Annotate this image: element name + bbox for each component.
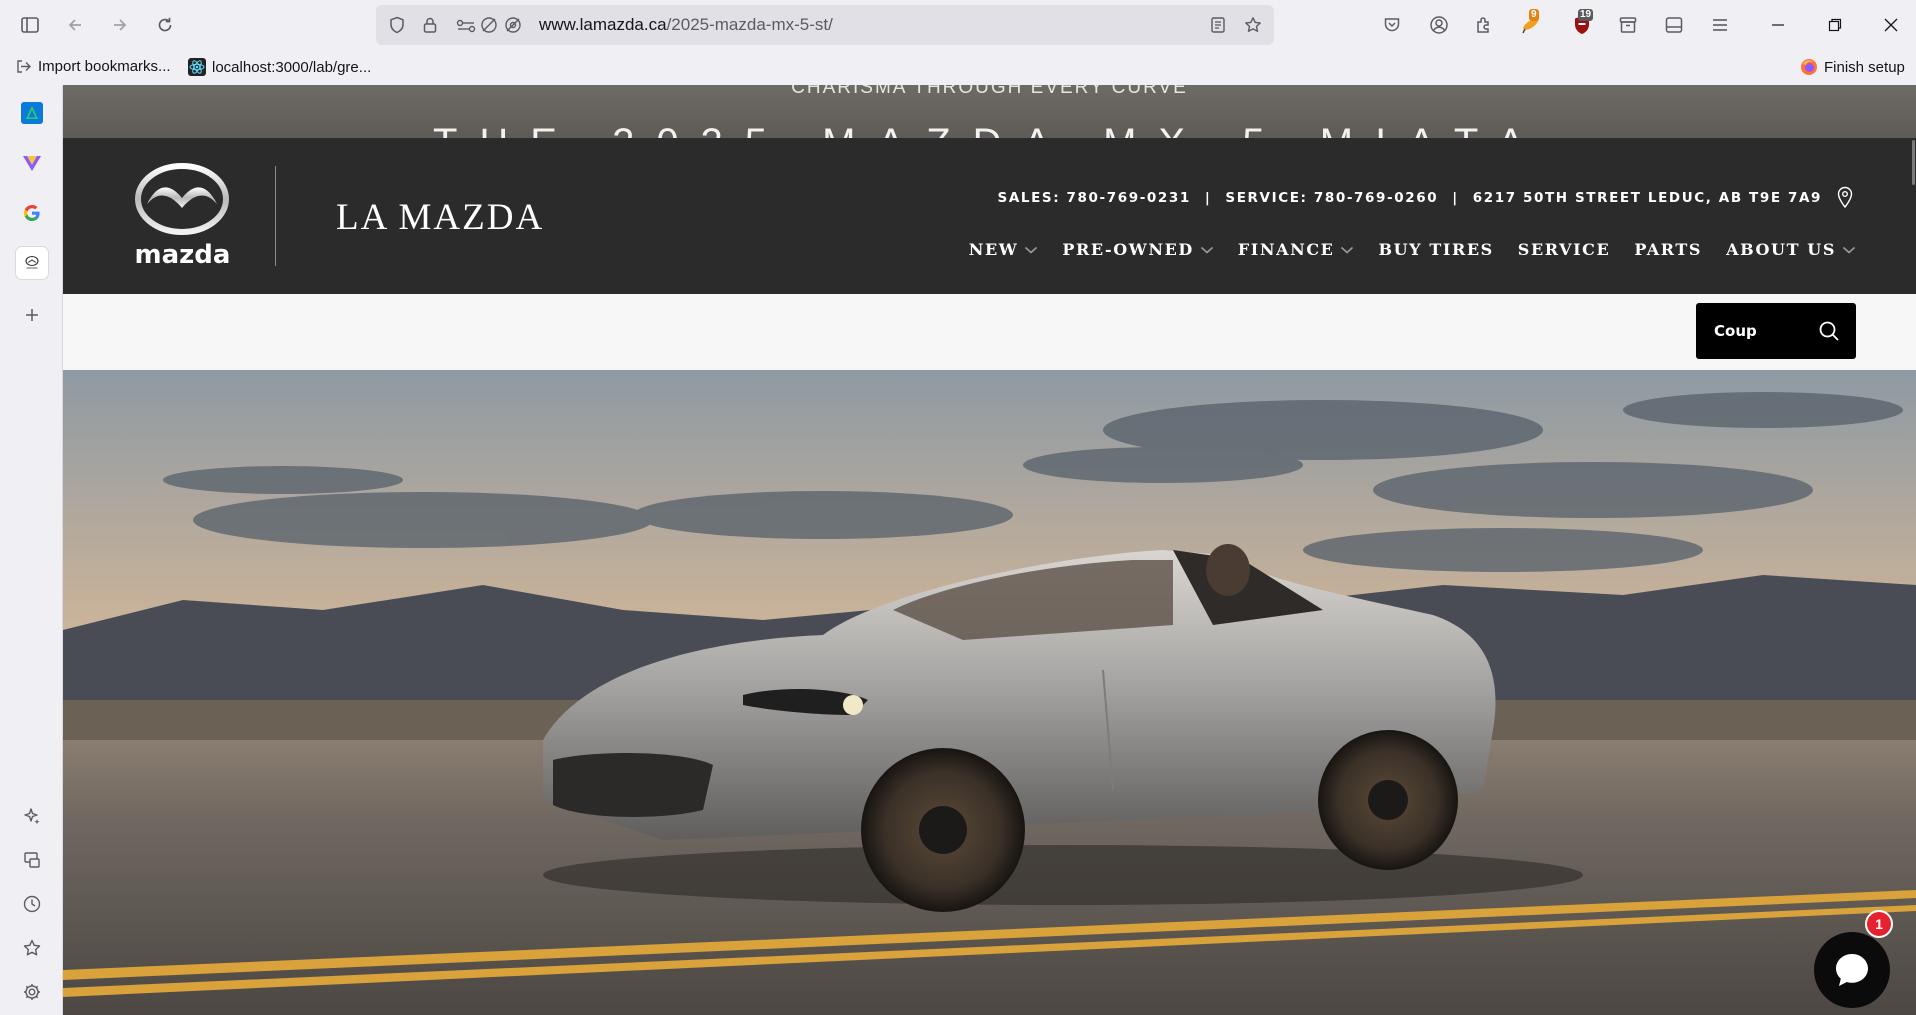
hero-image — [63, 370, 1916, 1015]
mx5-car-photo — [63, 370, 1916, 1015]
search-icon[interactable] — [1818, 320, 1840, 342]
sidebar-google-icon[interactable] — [16, 197, 48, 229]
nav-buy-tires[interactable]: BUY TIRES — [1378, 240, 1493, 259]
bookmark-label: Import bookmarks... — [38, 58, 171, 75]
nav-label: PRE-OWNED — [1062, 240, 1194, 259]
address-bar[interactable]: www.lamazda.ca/2025-mazda-mx-5-st/ — [376, 5, 1274, 45]
chevron-down-icon — [1842, 245, 1856, 255]
contact-line: SALES: 780-769-0231 | SERVICE: 780-769-0… — [998, 186, 1854, 210]
menu-icon[interactable] — [1706, 11, 1734, 39]
main-nav: NEW PRE-OWNED FINANCE BUY TIRES SERVICE … — [969, 240, 1856, 259]
finish-setup-label: Finish setup — [1824, 58, 1905, 76]
nav-new[interactable]: NEW — [969, 240, 1039, 259]
service-phone-link[interactable]: SERVICE: 780-769-0260 — [1225, 190, 1438, 206]
map-pin-icon[interactable] — [1836, 186, 1854, 210]
nav-pre-owned[interactable]: PRE-OWNED — [1062, 240, 1213, 259]
account-icon[interactable] — [1425, 11, 1453, 39]
browser-chrome: www.lamazda.ca/2025-mazda-mx-5-st/ 9 19 — [0, 0, 1916, 85]
nav-label: FINANCE — [1237, 240, 1335, 259]
camera-blocked-icon[interactable] — [504, 16, 522, 34]
sidebar-synced-tabs-icon[interactable] — [16, 844, 48, 876]
bookmark-localhost[interactable]: localhost:3000/lab/gre... — [188, 58, 371, 76]
nav-label: PARTS — [1634, 240, 1703, 259]
hero-title: THE 2025 MAZDA MX-5 MIATA — [63, 121, 1916, 138]
sidebar-mazda-tab-icon[interactable] — [16, 247, 48, 279]
page-scrollbar[interactable] — [1912, 140, 1915, 185]
sidebar-add-icon[interactable] — [16, 299, 48, 331]
site-header: mazda LA MAZDA SALES: 780-769-0231 | SER… — [63, 138, 1916, 294]
extensions-icon[interactable] — [1470, 11, 1498, 39]
url-path: /2025-mazda-mx-5-st/ — [666, 15, 833, 34]
sales-phone-link[interactable]: SALES: 780-769-0231 — [998, 190, 1191, 206]
sidebar-app-v-icon[interactable] — [16, 147, 48, 179]
sidebar-app-a-icon[interactable] — [16, 97, 48, 129]
archive-icon[interactable] — [1614, 11, 1642, 39]
address-link[interactable]: 6217 50TH STREET LEDUC, AB T9E 7A9 — [1473, 190, 1822, 206]
react-icon — [188, 58, 206, 76]
url-host: www.lamazda.ca — [539, 15, 667, 34]
hero-banner-top: CHARISMA THROUGH EVERY CURVE THE 2025 MA… — [63, 85, 1916, 138]
permissions-icon[interactable] — [456, 16, 476, 34]
bookmarks-toolbar: Import bookmarks... localhost:3000/lab/g… — [0, 50, 1916, 85]
tracking-shield-icon[interactable] — [388, 16, 406, 34]
pocket-icon[interactable] — [1378, 11, 1406, 39]
nav-parts[interactable]: PARTS — [1634, 240, 1702, 259]
nav-service[interactable]: SERVICE — [1518, 240, 1611, 259]
chevron-down-icon — [1024, 245, 1038, 255]
chat-notification-badge: 1 — [1865, 910, 1893, 938]
url-text[interactable]: www.lamazda.ca/2025-mazda-mx-5-st/ — [539, 15, 833, 35]
bookmark-label: localhost:3000/lab/gre... — [212, 58, 372, 76]
lock-icon[interactable] — [421, 16, 439, 34]
close-icon[interactable] — [1877, 11, 1905, 39]
import-icon — [15, 58, 32, 75]
minimize-icon[interactable] — [1764, 11, 1792, 39]
sidebar-history-icon[interactable] — [16, 888, 48, 920]
forward-icon[interactable] — [106, 11, 134, 39]
bookmark-star-icon[interactable] — [1244, 16, 1262, 34]
restore-icon[interactable] — [1821, 11, 1849, 39]
contact-separator: | — [1204, 190, 1212, 206]
firefox-icon — [1800, 58, 1818, 76]
sidebar-toggle-icon[interactable] — [16, 11, 44, 39]
mazda-emblem-icon — [135, 163, 229, 235]
site-search — [1696, 303, 1856, 359]
nav-label: ABOUT US — [1726, 240, 1836, 259]
sidebar-panel-icon[interactable] — [1660, 11, 1688, 39]
finish-setup-button[interactable]: Finish setup — [1800, 58, 1905, 76]
sidebar-settings-icon[interactable] — [16, 976, 48, 1008]
chevron-down-icon — [1340, 245, 1354, 255]
chat-bubble-icon — [1832, 950, 1872, 990]
contact-separator: | — [1452, 190, 1459, 206]
nav-label: BUY TIRES — [1378, 240, 1494, 259]
nav-finance[interactable]: FINANCE — [1238, 240, 1355, 259]
bookmark-import[interactable]: Import bookmarks... — [15, 58, 171, 75]
search-input[interactable] — [1714, 319, 1804, 343]
hero-kicker: CHARISMA THROUGH EVERY CURVE — [791, 85, 1188, 98]
extension-orange-badge: 9 — [1529, 9, 1539, 21]
sidebar-bookmarks-icon[interactable] — [16, 932, 48, 964]
web-page: CHARISMA THROUGH EVERY CURVE THE 2025 MA… — [63, 85, 1916, 1015]
back-icon[interactable] — [61, 11, 89, 39]
chevron-down-icon — [1200, 245, 1214, 255]
reload-icon[interactable] — [151, 11, 179, 39]
reader-view-icon[interactable] — [1209, 16, 1227, 34]
nav-label: NEW — [968, 240, 1019, 259]
location-blocked-icon[interactable] — [480, 16, 498, 34]
nav-about-us[interactable]: ABOUT US — [1726, 240, 1856, 259]
mazda-logo[interactable]: mazda — [125, 162, 240, 270]
logo-divider — [275, 166, 276, 266]
extension-shield-badge: 19 — [1578, 9, 1594, 21]
browser-sidebar — [0, 85, 63, 1015]
toolbar: www.lamazda.ca/2025-mazda-mx-5-st/ 9 19 — [0, 0, 1916, 50]
nav-label: SERVICE — [1517, 240, 1611, 259]
sidebar-ai-icon[interactable] — [16, 800, 48, 832]
logo-wordmark: mazda — [134, 240, 231, 270]
chat-launcher-button[interactable] — [1814, 932, 1890, 1008]
search-row — [63, 294, 1916, 370]
dealer-name[interactable]: LA MAZDA — [336, 196, 544, 239]
